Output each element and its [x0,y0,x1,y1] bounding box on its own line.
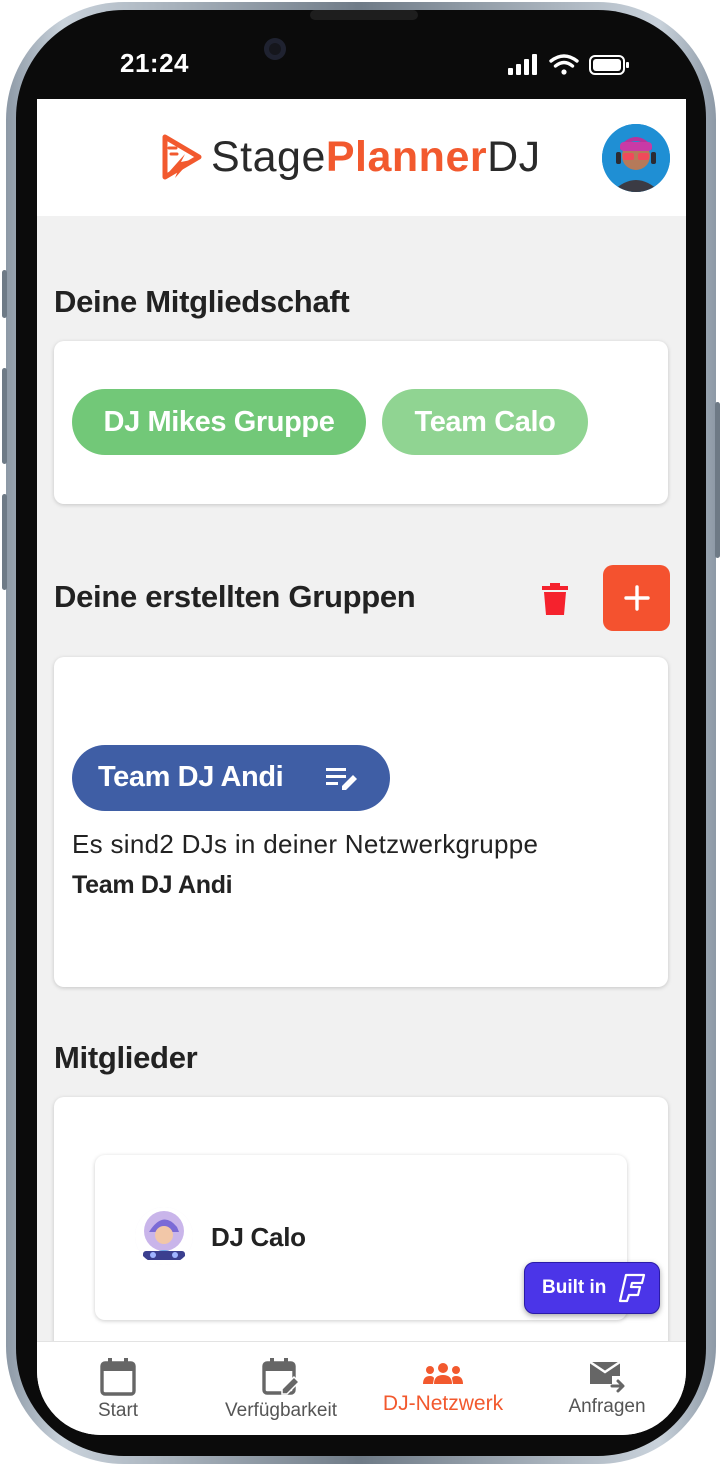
group-info-text: Es sind2 DJs in deiner Netzwerkgruppe [72,829,539,859]
nav-item-dj-netzwerk[interactable]: DJ-Netzwerk [371,1342,515,1435]
nav-item-verfuegbarkeit[interactable]: Verfügbarkeit [217,1342,345,1435]
member-name: DJ Calo [211,1222,306,1252]
logo-text-planner: Planner [325,132,488,181]
groups-icon [423,1363,463,1384]
group-chip-label: Team DJ Andi [98,761,284,793]
trash-icon [542,583,568,615]
power-button [715,402,720,558]
add-group-button[interactable] [603,565,670,631]
logo-text-dj: DJ [487,132,541,181]
volume-up-button [2,368,7,464]
built-in-label: Built in [542,1277,607,1298]
earpiece [310,10,418,20]
group-chip-team-dj-andi[interactable]: Team DJ Andi [72,745,390,811]
play-logo-icon [162,134,202,180]
created-groups-title: Deine erstellten Gruppen [54,579,416,614]
logo-text-stage: Stage [211,132,326,181]
bottom-nav: Start Verfügbarkeit DJ-Netzwerk Anfragen [37,1341,686,1435]
app-screen: StagePlannerDJ Deine Mitgliedschaft DJ M… [37,99,686,1435]
mute-switch [2,270,7,318]
nav-item-start[interactable]: Start [77,1342,159,1435]
members-title: Mitglieder [54,1040,198,1075]
nav-label-dj-netzwerk: DJ-Netzwerk [382,1392,504,1415]
built-in-badge[interactable]: Built in [524,1262,660,1314]
group-name-text: Team DJ Andi [72,871,233,899]
nav-label-anfragen: Anfragen [568,1396,646,1417]
app-header: StagePlannerDJ [37,99,686,216]
calendar-icon [100,1358,136,1396]
nav-label-verfuegbarkeit: Verfügbarkeit [225,1400,337,1421]
front-camera [264,38,286,60]
user-avatar-icon [602,124,670,192]
nav-label-start: Start [97,1400,139,1421]
status-icons [506,52,636,78]
membership-chip-dj-mikes[interactable]: DJ Mikes Gruppe [72,389,366,455]
dj-avatar-icon [135,1207,193,1265]
wifi-icon [549,54,579,75]
volume-down-button [2,494,7,590]
membership-title: Deine Mitgliedschaft [54,284,350,319]
stageplanner-logo[interactable]: StagePlannerDJ [159,129,541,185]
delete-group-button[interactable] [537,579,573,619]
forward-mail-icon [589,1360,625,1393]
cellular-signal-icon [508,54,537,75]
created-groups-card: Team DJ Andi Es sind2 DJs in deiner Netz… [54,657,668,987]
calendar-edit-icon [262,1358,300,1395]
edit-note-icon [326,768,357,790]
members-card: DJ Calo [54,1097,668,1357]
plus-icon [623,585,650,611]
membership-chip-team-calo[interactable]: Team Calo [382,389,588,455]
user-avatar[interactable] [602,124,670,192]
logo-text: StagePlannerDJ [211,133,541,182]
member-avatar [135,1207,193,1265]
flutterflow-icon [619,1273,646,1303]
nav-item-anfragen[interactable]: Anfragen [559,1342,655,1435]
membership-card: DJ Mikes Gruppe Team Calo [54,341,668,504]
status-time: 21:24 [120,48,189,78]
battery-icon [589,55,629,75]
